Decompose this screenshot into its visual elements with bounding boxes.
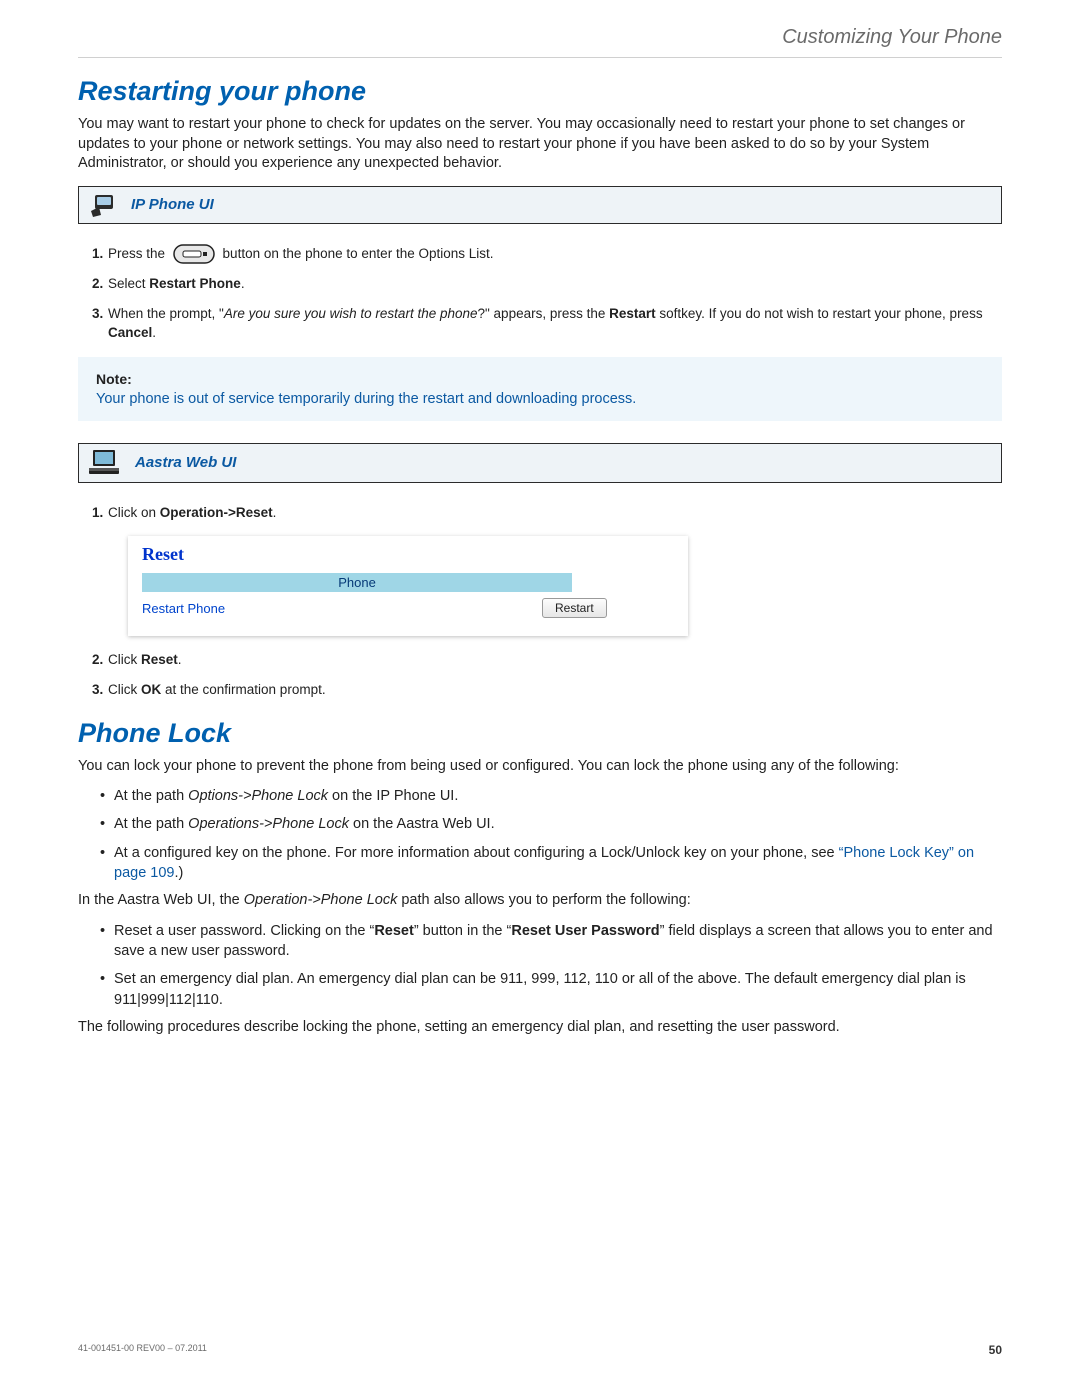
web-steps-list: 1. Click on Operation->Reset.	[78, 503, 1002, 523]
step-strong: Reset	[141, 652, 178, 667]
step-text: .	[178, 652, 182, 667]
bullet-text: .)	[174, 865, 183, 881]
web-shot-header: Phone	[142, 573, 572, 592]
restart-button[interactable]: Restart	[542, 598, 607, 618]
link-text: page 109	[114, 865, 174, 881]
note-box: Note: Your phone is out of service tempo…	[78, 357, 1002, 421]
body-text: In the Aastra Web UI, the	[78, 892, 244, 908]
step-text: When the prompt, "	[108, 306, 224, 321]
bullet-path-ipui: At the path Options->Phone Lock on the I…	[100, 786, 1002, 806]
ip-step-2: 2. Select Restart Phone.	[92, 274, 1002, 294]
ip-steps-list: 1. Press the button on the phone to ente…	[78, 244, 1002, 343]
web-shot-row-label: Restart Phone	[142, 601, 442, 616]
bullet-text: ” button in the “	[414, 923, 512, 939]
header-rule	[78, 57, 1002, 58]
body-text: path also allows you to perform the foll…	[397, 892, 690, 908]
section-title-phone-lock: Phone Lock	[78, 718, 1002, 749]
phone-lock-outro: The following procedures describe lockin…	[78, 1018, 1002, 1038]
step-text: Press the	[108, 246, 169, 261]
bullet-italic: Operations->Phone Lock	[188, 816, 349, 832]
bullet-text: on the IP Phone UI.	[328, 788, 458, 804]
phone-lock-mid: In the Aastra Web UI, the Operation->Pho…	[78, 891, 1002, 911]
bullet-path-webui: At the path Operations->Phone Lock on th…	[100, 814, 1002, 834]
step-strong: Restart Phone	[149, 276, 241, 291]
intro-phone-lock: You can lock your phone to prevent the p…	[78, 757, 1002, 777]
options-hardkey-icon	[173, 244, 215, 264]
computer-icon	[89, 450, 123, 476]
intro-restarting: You may want to restart your phone to ch…	[78, 115, 1002, 174]
note-body: Your phone is out of service temporarily…	[96, 391, 984, 407]
bullet-text: Reset a user password. Clicking on the “	[114, 923, 374, 939]
web-step-2: 2. Click Reset.	[92, 650, 1002, 670]
note-heading: Note:	[96, 371, 984, 387]
step-text: .	[152, 325, 156, 340]
step-text: at the confirmation prompt.	[161, 682, 325, 697]
bullet-strong: Reset	[374, 923, 414, 939]
aastra-web-ui-box: Aastra Web UI	[78, 443, 1002, 483]
web-shot-row: Restart Phone Restart	[142, 598, 674, 618]
bullet-text: on the Aastra Web UI.	[349, 816, 495, 832]
bullet-emergency-dialplan: Set an emergency dial plan. An emergency…	[100, 969, 1002, 1010]
bullet-strong: Reset User Password	[511, 923, 659, 939]
step-number: 1.	[92, 244, 103, 264]
ip-step-1: 1. Press the button on the phone to ente…	[92, 244, 1002, 264]
phone-icon	[89, 193, 119, 217]
step-text: softkey. If you do not wish to restart y…	[656, 306, 983, 321]
bullet-italic: Options->Phone Lock	[188, 788, 328, 804]
web-shot-title: Reset	[142, 544, 674, 565]
step-number: 2.	[92, 274, 103, 294]
bullet-reset-password: Reset a user password. Clicking on the “…	[100, 921, 1002, 962]
phone-lock-bullets-1: At the path Options->Phone Lock on the I…	[78, 786, 1002, 883]
step-text: Click	[108, 682, 141, 697]
step-strong: Operation->Reset	[160, 505, 273, 520]
web-steps-list-cont: 2. Click Reset. 3. Click OK at the confi…	[78, 650, 1002, 699]
link-text: “Phone Lock Key” on	[839, 845, 974, 861]
breadcrumb: Customizing Your Phone	[78, 20, 1002, 57]
web-step-3: 3. Click OK at the confirmation prompt.	[92, 680, 1002, 700]
phone-lock-bullets-2: Reset a user password. Clicking on the “…	[78, 921, 1002, 1010]
step-text: Select	[108, 276, 149, 291]
web-step-1: 1. Click on Operation->Reset.	[92, 503, 1002, 523]
page-footer: 41-001451-00 REV00 – 07.2011 50	[78, 1343, 1002, 1357]
page-number: 50	[989, 1343, 1002, 1357]
section-title-restarting: Restarting your phone	[78, 76, 1002, 107]
ip-phone-ui-label: IP Phone UI	[131, 196, 214, 213]
step-text: Click on	[108, 505, 160, 520]
step-text: ?" appears, press the	[478, 306, 610, 321]
bullet-configured-key: At a configured key on the phone. For mo…	[100, 843, 1002, 884]
body-italic: Operation->Phone Lock	[244, 892, 398, 908]
step-strong: OK	[141, 682, 161, 697]
step-text: Click	[108, 652, 141, 667]
bullet-text: At a configured key on the phone. For mo…	[114, 845, 839, 861]
ip-step-3: 3. When the prompt, "Are you sure you wi…	[92, 304, 1002, 343]
step-text: button on the phone to enter the Options…	[223, 246, 494, 261]
step-number: 3.	[92, 680, 103, 700]
bullet-text: At the path	[114, 816, 188, 832]
step-number: 3.	[92, 304, 103, 324]
step-number: 2.	[92, 650, 103, 670]
step-text: .	[241, 276, 245, 291]
bullet-text: Set an emergency dial plan. An emergency…	[114, 971, 966, 1007]
step-strong: Cancel	[108, 325, 152, 340]
step-number: 1.	[92, 503, 103, 523]
step-italic: Are you sure you wish to restart the pho…	[224, 306, 478, 321]
step-strong: Restart	[609, 306, 656, 321]
aastra-web-ui-label: Aastra Web UI	[135, 454, 236, 471]
bullet-text: At the path	[114, 788, 188, 804]
step-text: .	[273, 505, 277, 520]
doc-id: 41-001451-00 REV00 – 07.2011	[78, 1343, 207, 1357]
web-ui-screenshot: Reset Phone Restart Phone Restart	[128, 536, 688, 636]
ip-phone-ui-box: IP Phone UI	[78, 186, 1002, 224]
